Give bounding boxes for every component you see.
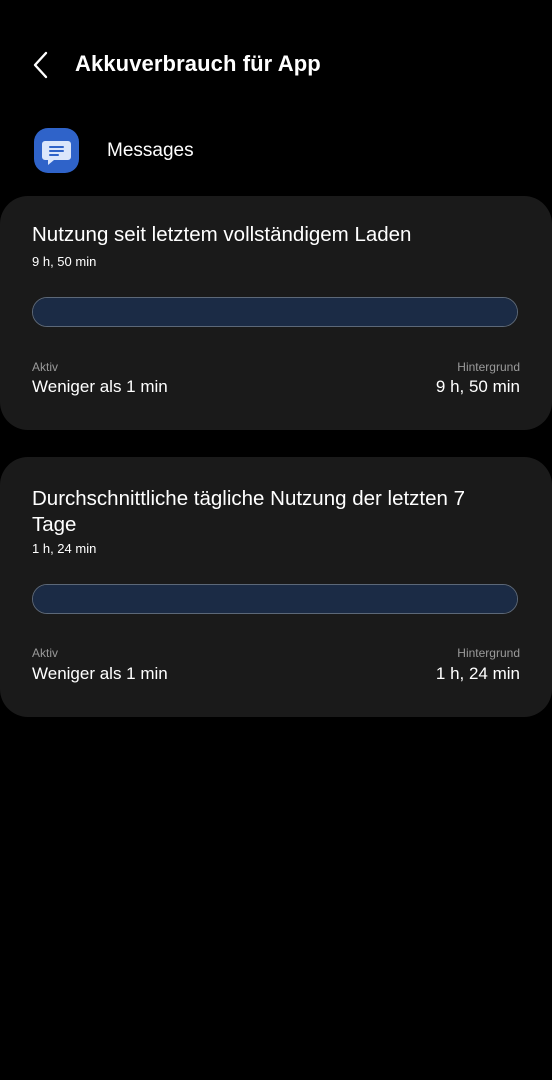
app-row: Messages <box>0 127 552 177</box>
app-name: Messages <box>107 140 194 161</box>
back-button[interactable] <box>22 48 62 82</box>
total-usage: 9 h, 50 min <box>32 254 97 269</box>
card-title: Nutzung seit letztem vollständigem Laden <box>32 223 412 246</box>
active-label: Aktiv <box>32 646 59 660</box>
background-label: Hintergrund <box>457 360 520 374</box>
background-value: 9 h, 50 min <box>435 377 520 396</box>
average-daily-usage-card: Durchschnittliche tägliche Nutzung der l… <box>0 457 552 717</box>
active-value: Weniger als 1 min <box>32 664 168 683</box>
card-title: Durchschnittliche tägliche Nutzung der l… <box>32 487 466 536</box>
usage-bar-fill <box>33 298 517 326</box>
chevron-left-icon <box>33 51 48 79</box>
active-value: Weniger als 1 min <box>32 377 168 396</box>
messages-icon <box>34 128 79 173</box>
background-value: 1 h, 24 min <box>435 664 520 683</box>
background-label: Hintergrund <box>457 646 520 660</box>
usage-since-full-charge-card: Nutzung seit letztem vollständigem Laden… <box>0 196 552 430</box>
usage-bar-fill <box>33 585 517 613</box>
page-title: Akkuverbrauch für App <box>75 51 321 76</box>
active-label: Aktiv <box>32 360 59 374</box>
usage-bar <box>32 297 518 327</box>
top-app-bar: Akkuverbrauch für App <box>0 40 552 90</box>
total-usage: 1 h, 24 min <box>32 541 97 556</box>
usage-bar <box>32 584 518 614</box>
